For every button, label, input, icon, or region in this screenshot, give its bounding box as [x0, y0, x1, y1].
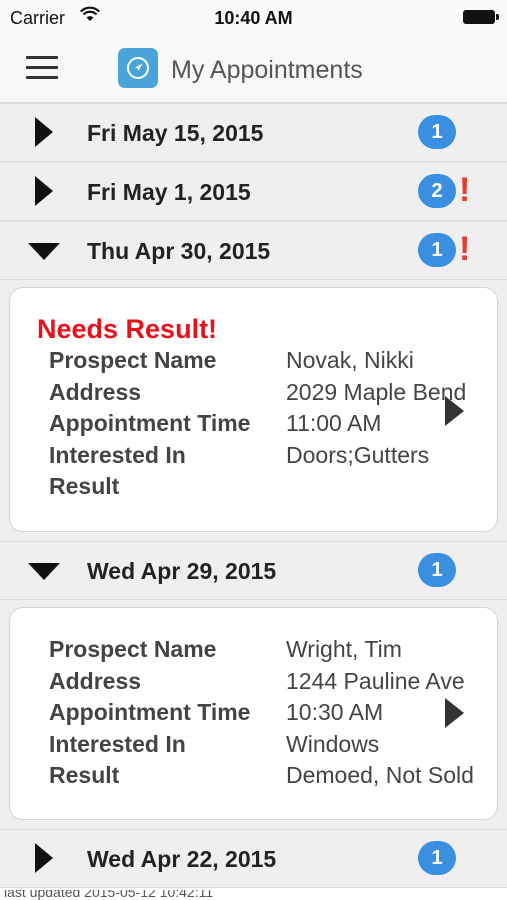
field-row: Appointment Time 10:30 AM: [10, 699, 497, 731]
address-value: 1244 Pauline Ave: [286, 667, 465, 694]
result-value: Demoed, Not Sold: [286, 762, 474, 789]
field-row: Appointment Time 11:00 AM: [10, 410, 497, 442]
appointments-list: Fri May 15, 2015 1 Fri May 1, 2015 2 ! T…: [0, 104, 507, 888]
day-header-apr-29[interactable]: Wed Apr 29, 2015 1: [0, 540, 507, 600]
needs-result-label: Needs Result!: [37, 314, 218, 344]
field-label: Address: [49, 667, 142, 694]
appointment-card-container: Needs Result! Prospect Name Novak, Nikki…: [0, 280, 507, 541]
detail-arrow-icon[interactable]: [445, 396, 464, 426]
field-row: Prospect Name Novak, Nikki: [10, 347, 497, 379]
field-row: Interested In Windows: [10, 731, 497, 763]
nav-bar: My Appointments: [0, 36, 507, 104]
count-badge: 1: [418, 115, 456, 149]
field-row: Result: [10, 473, 497, 505]
day-label: Wed Apr 29, 2015: [87, 557, 277, 584]
day-header-apr-22[interactable]: Wed Apr 22, 2015 1: [0, 828, 507, 888]
count-badge: 1: [418, 840, 456, 875]
expand-arrow-icon: [35, 117, 53, 147]
alert-icon: !: [459, 230, 471, 268]
hamburger-menu-icon[interactable]: [26, 56, 58, 82]
field-label: Prospect Name: [49, 635, 217, 662]
battery-icon: [463, 10, 499, 24]
day-label: Wed Apr 22, 2015: [87, 845, 277, 872]
interested-in-value: Doors;Gutters: [286, 441, 430, 468]
day-label: Fri May 15, 2015: [87, 120, 264, 146]
status-bar: Carrier 10:40 AM: [0, 0, 507, 36]
detail-arrow-icon[interactable]: [445, 697, 464, 728]
appointment-card-container: Prospect Name Wright, Tim Address 1244 P…: [0, 599, 507, 829]
prospect-name-value: Novak, Nikki: [286, 347, 414, 373]
page-title: My Appointments: [171, 56, 363, 84]
app-logo-icon: [118, 48, 158, 88]
prospect-name-value: Wright, Tim: [286, 635, 402, 662]
day-header-apr-30[interactable]: Thu Apr 30, 2015 1 !: [0, 221, 507, 280]
field-row: Address 2029 Maple Bend: [10, 379, 497, 411]
collapse-arrow-icon: [28, 562, 60, 580]
field-label: Interested In: [49, 730, 186, 757]
day-header-may-1[interactable]: Fri May 1, 2015 2 !: [0, 162, 507, 221]
field-label: Result: [49, 473, 120, 500]
field-label: Address: [49, 378, 142, 405]
last-updated-footer: last updated 2015-05-12 10:42:11: [0, 890, 507, 900]
count-badge: 2: [418, 174, 456, 208]
appointment-card[interactable]: Needs Result! Prospect Name Novak, Nikki…: [9, 287, 498, 532]
expand-arrow-icon: [35, 176, 53, 206]
address-value: 2029 Maple Bend: [286, 378, 467, 405]
field-row: Address 1244 Pauline Ave: [10, 668, 497, 700]
field-label: Appointment Time: [49, 699, 251, 726]
interested-in-value: Windows: [286, 730, 380, 757]
appointment-time-value: 10:30 AM: [286, 699, 384, 726]
day-label: Fri May 1, 2015: [87, 179, 251, 205]
field-row: Interested In Doors;Gutters: [10, 442, 497, 474]
last-updated-text: last updated 2015-05-12 10:42:11: [4, 890, 214, 900]
count-badge: 1: [418, 233, 456, 267]
field-label: Interested In: [49, 441, 186, 468]
appointment-card[interactable]: Prospect Name Wright, Tim Address 1244 P…: [9, 606, 498, 820]
expand-arrow-icon: [35, 842, 53, 873]
collapse-arrow-icon: [28, 243, 60, 260]
appointment-time-value: 11:00 AM: [286, 410, 382, 437]
field-row: Result Demoed, Not Sold: [10, 762, 497, 794]
day-label: Thu Apr 30, 2015: [87, 238, 271, 264]
field-row: Prospect Name Wright, Tim: [10, 636, 497, 668]
clock-time: 10:40 AM: [214, 8, 293, 28]
alert-icon: !: [459, 171, 471, 209]
field-label: Result: [49, 762, 120, 789]
day-header-may-15[interactable]: Fri May 15, 2015 1: [0, 104, 507, 162]
field-label: Prospect Name: [49, 347, 217, 373]
field-label: Appointment Time: [49, 410, 251, 437]
count-badge: 1: [418, 552, 456, 587]
